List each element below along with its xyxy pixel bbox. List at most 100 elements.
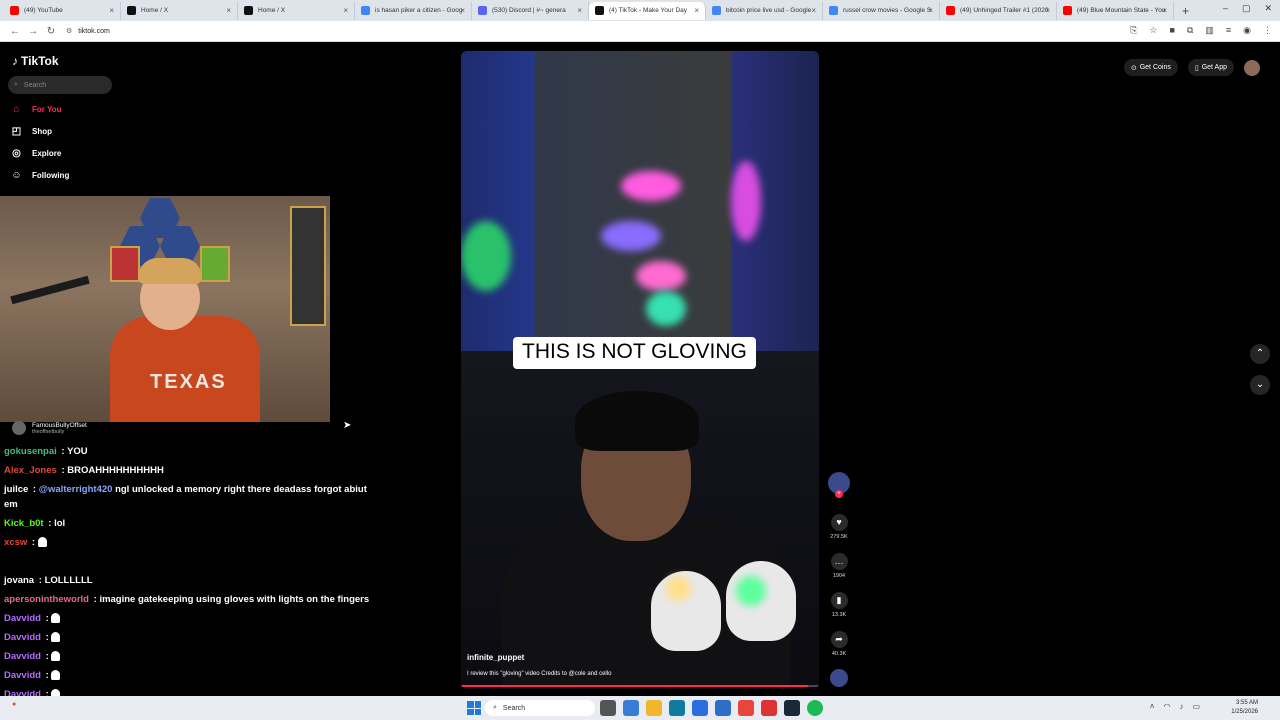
chat-username[interactable]: Alex_Jones (4, 465, 57, 476)
chat-username[interactable]: apersonintheworld (4, 594, 89, 605)
chrome-icon[interactable] (738, 700, 754, 716)
following-icon: ☺ (11, 170, 22, 181)
app-icon[interactable] (761, 700, 777, 716)
steam-icon[interactable] (784, 700, 800, 716)
maximize-icon[interactable]: ▢ (1242, 3, 1251, 14)
spotify-icon[interactable] (807, 700, 823, 716)
video-progress-bar[interactable] (461, 685, 819, 687)
sidepanel-icon[interactable]: ▥ (1205, 25, 1214, 36)
forward-icon[interactable]: → (24, 26, 42, 37)
chat-mention[interactable]: @walterright420 (39, 484, 113, 495)
chat-username[interactable]: Davvidd (4, 632, 41, 643)
tab-close-icon[interactable]: × (694, 6, 699, 15)
copilot-icon[interactable] (623, 700, 639, 716)
taskbar-clock[interactable]: 3:55 AM 1/25/2026 (1231, 699, 1258, 717)
follow-plus-icon[interactable]: + (835, 490, 843, 498)
following-account[interactable]: FamousBullyOffset theoffsetbully (12, 421, 87, 435)
next-video-button[interactable]: ⌄ (1250, 375, 1270, 395)
battery-icon[interactable]: ▭ (1192, 702, 1200, 711)
mail-icon[interactable] (715, 700, 731, 716)
profile-icon[interactable]: ◉ (1243, 25, 1251, 36)
wifi-icon[interactable]: ◠ (1163, 702, 1170, 711)
sound-disc-button[interactable] (825, 669, 853, 687)
previous-video-button[interactable]: ⌃ (1250, 344, 1270, 364)
tab-close-icon[interactable]: × (577, 6, 582, 15)
chat-separator: : (42, 651, 52, 662)
extensions-puzzle-icon[interactable]: ⧉ (1187, 25, 1193, 36)
browser-tab[interactable]: (49) Blue Mountain State - You × (1057, 1, 1174, 20)
like-button[interactable]: ♥ 279.5K (825, 514, 853, 540)
file-explorer-icon[interactable] (646, 700, 662, 716)
browser-tab[interactable]: bitcoin price live usd - Google × (706, 1, 823, 20)
get-coins-button[interactable]: ⊙ Get Coins (1123, 59, 1178, 76)
tab-close-icon[interactable]: × (460, 6, 465, 15)
chevron-up-icon[interactable]: ˄ (1150, 702, 1155, 711)
close-window-icon[interactable]: ✕ (1264, 3, 1272, 14)
url-field[interactable]: ⚙ tiktok.com (66, 27, 110, 36)
browser-tab[interactable]: Home / X × (121, 1, 238, 20)
chat-username[interactable]: Davvidd (4, 651, 41, 662)
chat-text: YOU (67, 446, 88, 457)
heart-icon: ♥ (830, 514, 848, 531)
tab-close-icon[interactable]: × (226, 6, 231, 15)
video-author[interactable]: infinite_puppet (467, 653, 524, 662)
volume-icon[interactable]: ♪ (1179, 702, 1183, 711)
tab-close-icon[interactable]: × (1045, 6, 1050, 15)
video-player[interactable]: THIS IS NOT GLOVING infinite_puppet I re… (461, 51, 819, 689)
chat-message-wrap: em (4, 499, 18, 510)
browser-tab[interactable]: (530) Discord | #~ genera × (472, 1, 589, 20)
nav-item-shop[interactable]: ◰ Shop (10, 126, 52, 137)
chat-username[interactable]: Davvidd (4, 670, 41, 681)
nav-item-explore[interactable]: ◎ Explore (10, 148, 61, 159)
nav-item-for-you[interactable]: ⌂ For You (10, 104, 61, 115)
task-view-icon[interactable] (600, 700, 616, 716)
chat-username[interactable]: Kick_b0t (4, 518, 44, 529)
tiktok-logo[interactable]: ♪ TikTok (12, 54, 59, 68)
tab-label: Home / X (141, 7, 169, 14)
extension-icon[interactable]: ■ (1169, 25, 1174, 36)
user-avatar[interactable] (1244, 59, 1260, 76)
tab-close-icon[interactable]: × (109, 6, 114, 15)
store-icon[interactable] (692, 700, 708, 716)
creator-avatar-button[interactable]: + (825, 472, 853, 498)
browser-tab[interactable]: (4) TikTok - Make Your Day × (589, 1, 706, 20)
tab-close-icon[interactable]: × (928, 6, 933, 15)
browser-tab[interactable]: russel crow movies - Google S × (823, 1, 940, 20)
coin-icon: ⊙ (1130, 64, 1137, 72)
chat-separator: : (58, 446, 68, 457)
search-input[interactable]: ⌕ Search (8, 76, 112, 94)
chat-username[interactable]: Davvidd (4, 613, 41, 624)
url-text: tiktok.com (78, 27, 110, 35)
comment-button[interactable]: … 1904 (825, 553, 853, 579)
site-info-icon[interactable]: ⚙ (66, 27, 72, 35)
get-app-button[interactable]: ▯ Get App (1187, 59, 1234, 76)
tab-close-icon[interactable]: × (811, 6, 816, 15)
chat-username[interactable]: jovana (4, 575, 34, 586)
browser-tab[interactable]: is hasan piker a citizen - Goog × (355, 1, 472, 20)
chat-username[interactable]: juilce (4, 484, 28, 495)
edge-icon[interactable] (669, 700, 685, 716)
save-button[interactable]: ▮ 13.3K (825, 592, 853, 618)
browser-tab-bar: (49) YouTube × Home / X × Home / X × is hasan … (0, 0, 1280, 21)
browser-tab[interactable]: (49) Unhinged Trailer #1 (2020 × (940, 1, 1057, 20)
share-button[interactable]: ➦ 40.3K (825, 631, 853, 657)
new-tab-button[interactable]: + (1174, 4, 1197, 18)
chat-username[interactable]: xcsw (4, 537, 27, 548)
back-icon[interactable]: ← (6, 26, 24, 37)
browser-tab[interactable]: Home / X × (238, 1, 355, 20)
reload-icon[interactable]: ↻ (42, 26, 60, 37)
tab-label: (530) Discord | #~ genera (492, 7, 566, 14)
taskbar-search[interactable]: ⌕ Search (485, 700, 595, 716)
tab-close-icon[interactable]: × (1162, 6, 1167, 15)
nav-item-following[interactable]: ☺ Following (10, 170, 69, 181)
browser-tab[interactable]: (49) YouTube × (4, 1, 121, 20)
chat-username[interactable]: gokusenpai (4, 446, 57, 457)
bookmark-star-icon[interactable]: ☆ (1149, 25, 1157, 36)
start-button[interactable] (467, 701, 481, 715)
cast-icon[interactable]: ⎘ (1130, 25, 1137, 36)
menu-kebab-icon[interactable]: ⋮ (1263, 25, 1272, 36)
weather-widget[interactable]: ● (12, 701, 16, 708)
minimize-icon[interactable]: – (1223, 3, 1228, 14)
tab-close-icon[interactable]: × (343, 6, 348, 15)
media-icon[interactable]: ≡ (1226, 25, 1231, 36)
